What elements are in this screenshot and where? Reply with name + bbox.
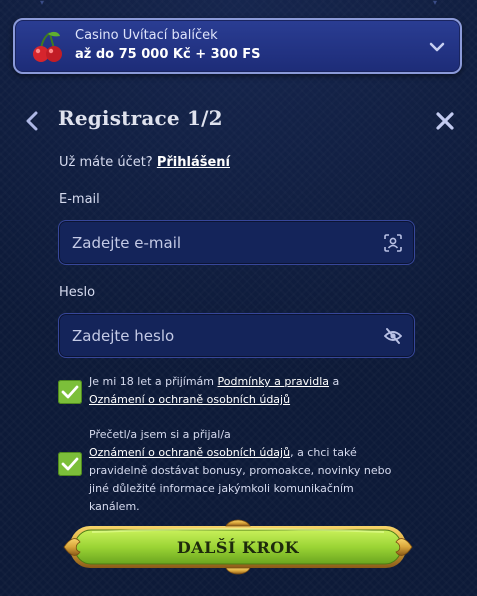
password-input[interactable]	[59, 314, 414, 357]
cherry-icon	[33, 31, 62, 62]
terms-text-mid: a	[332, 375, 340, 388]
next-step-label: DALŠÍ KROK	[176, 537, 300, 557]
consent-terms-row: Je mi 18 let a přijímám Podmínky a pravi…	[58, 372, 418, 412]
email-input[interactable]	[59, 221, 414, 264]
user-scan-icon	[384, 234, 402, 252]
marketing-consent-text: Přečetl/a jsem si a přijal/a Oznámení o …	[89, 426, 399, 516]
terms-text-before: Je mi 18 let a přijímám	[89, 375, 214, 388]
chevron-down-icon[interactable]	[428, 38, 446, 56]
privacy-link-1[interactable]: Oznámení o ochraně osobních údajů	[89, 393, 290, 406]
eye-off-icon[interactable]	[384, 327, 402, 345]
password-label: Heslo	[59, 285, 96, 300]
close-icon[interactable]	[434, 110, 456, 132]
email-label: E-mail	[59, 192, 100, 207]
consent-marketing-row: Přečetl/a jsem si a přijal/a Oznámení o …	[58, 426, 418, 513]
marketing-text-before: Přečetl/a jsem si a přijal/a	[89, 428, 231, 441]
bonus-title: Casino Uvítací balíček	[75, 28, 218, 43]
login-link[interactable]: Přihlášení	[157, 155, 230, 170]
chevron-left-icon[interactable]	[22, 110, 42, 132]
terms-checkbox[interactable]	[58, 380, 82, 404]
email-field-container	[58, 220, 415, 265]
login-prompt: Už máte účet? Přihlášení	[59, 155, 230, 170]
password-field-container	[58, 313, 415, 358]
terms-consent-text: Je mi 18 let a přijímám Podmínky a pravi…	[89, 373, 389, 409]
bonus-subtitle: až do 75 000 Kč + 300 FS	[75, 47, 261, 62]
registration-header: Registrace 1/2	[22, 104, 458, 138]
checkmark-icon	[61, 457, 79, 471]
login-prompt-text: Už máte účet?	[59, 155, 153, 170]
terms-link[interactable]: Podmínky a pravidla	[218, 375, 330, 388]
marketing-checkbox[interactable]	[58, 452, 82, 476]
next-step-button[interactable]: DALŠÍ KROK	[62, 516, 414, 578]
top-edge-decoration: ▾ ▾	[40, 0, 437, 7]
bonus-selector[interactable]: Casino Uvítací balíček až do 75 000 Kč +…	[13, 18, 462, 74]
checkmark-icon	[61, 385, 79, 399]
page-title: Registrace 1/2	[58, 106, 223, 130]
privacy-link-2[interactable]: Oznámení o ochraně osobních údajů	[89, 446, 290, 459]
